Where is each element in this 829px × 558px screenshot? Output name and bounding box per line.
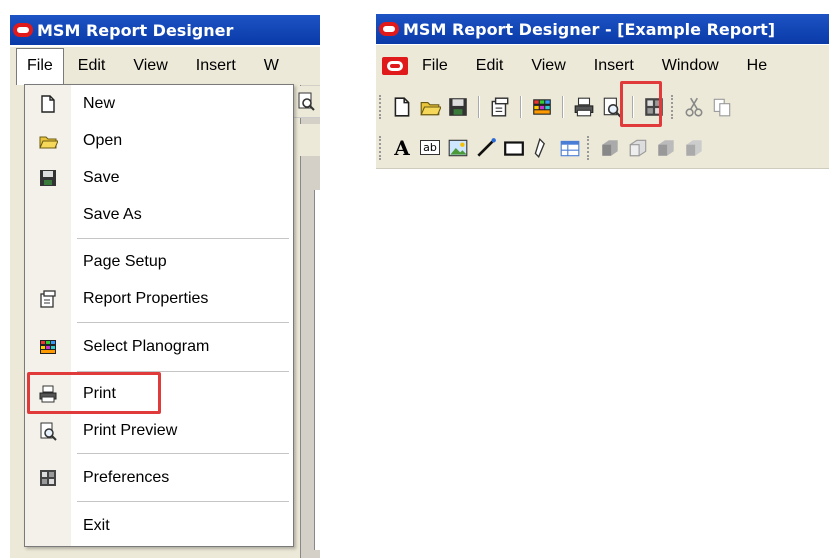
menu-item-label: Save As (83, 206, 142, 223)
menu-separator (77, 238, 289, 239)
menu-item-new[interactable]: New (25, 86, 293, 122)
planogram-icon (25, 337, 71, 357)
pen-icon[interactable] (529, 135, 555, 161)
standard-toolbar (376, 87, 829, 127)
textbox-glyph: ab (420, 140, 440, 155)
rectangle-icon[interactable] (501, 135, 527, 161)
oracle-app-icon[interactable] (382, 57, 408, 75)
cube-front-icon[interactable] (653, 135, 679, 161)
menubar: File Edit View Insert Window He (376, 45, 829, 87)
window-title: MSM Report Designer (37, 20, 234, 40)
copy-icon[interactable] (709, 94, 735, 120)
menu-item-print-preview[interactable]: Print Preview (25, 413, 293, 449)
menu-edit[interactable]: Edit (64, 57, 120, 75)
print-highlight-box (27, 372, 161, 414)
print-preview-icon (25, 421, 71, 441)
cube-outline-icon[interactable] (625, 135, 651, 161)
open-folder-icon[interactable] (417, 94, 443, 120)
menu-window[interactable]: Window (648, 57, 733, 75)
menu-item-exit[interactable]: Exit (25, 508, 293, 544)
cut-icon[interactable] (681, 94, 707, 120)
menu-view[interactable]: View (517, 57, 579, 75)
oracle-logo-icon (13, 23, 33, 37)
report-properties-icon (25, 289, 71, 309)
save-disk-icon (25, 168, 71, 188)
menu-item-label: Save (83, 169, 120, 186)
save-disk-icon[interactable] (445, 94, 471, 120)
textbox-icon[interactable]: ab (417, 135, 443, 161)
menu-item-label: Report Properties (83, 290, 209, 307)
toolbar-fragment-preview-icon (292, 86, 320, 118)
planogram-icon[interactable] (529, 94, 555, 120)
document-area (314, 190, 320, 550)
toolbar-fragment (292, 124, 320, 156)
cube-back-icon[interactable] (681, 135, 707, 161)
menu-insert[interactable]: Insert (182, 57, 250, 75)
menu-item-label: Print Preview (83, 422, 178, 439)
toolbar-separator (478, 96, 480, 118)
image-icon[interactable] (445, 135, 471, 161)
menu-file[interactable]: File (16, 47, 64, 85)
menu-item-open[interactable]: Open (25, 123, 293, 159)
menu-file[interactable]: File (408, 57, 462, 75)
new-document-icon[interactable] (389, 94, 415, 120)
preferences-icon (25, 468, 71, 488)
menu-window[interactable]: W (250, 57, 293, 75)
toolbar-grip[interactable] (587, 135, 591, 160)
menubar: File Edit View Insert W (10, 47, 320, 85)
toolbar-grip[interactable] (379, 135, 383, 160)
window-titlebar: MSM Report Designer (10, 15, 320, 45)
right-screenshot: MSM Report Designer - [Example Report] F… (376, 0, 829, 175)
menu-item-page-setup[interactable]: Page Setup (25, 244, 293, 280)
cube-icon[interactable] (597, 135, 623, 161)
menu-item-save[interactable]: Save (25, 160, 293, 196)
menu-separator (77, 501, 289, 502)
text-icon[interactable]: A (389, 135, 415, 161)
toolbar-separator (520, 96, 522, 118)
menu-separator (77, 322, 289, 323)
menu-item-label: Open (83, 132, 123, 149)
menu-item-save-as[interactable]: Save As (25, 197, 293, 233)
menu-item-label: Select Planogram (83, 338, 210, 355)
menu-separator (77, 453, 289, 454)
menu-edit[interactable]: Edit (462, 57, 518, 75)
table-icon[interactable] (557, 135, 583, 161)
menu-item-label: New (83, 95, 116, 112)
menu-insert[interactable]: Insert (580, 57, 648, 75)
left-screenshot: MSM Report Designer File Edit View Inser… (0, 0, 320, 558)
print-button-highlight-box (620, 81, 662, 127)
window-title: MSM Report Designer - [Example Report] (403, 19, 776, 39)
line-icon[interactable] (473, 135, 499, 161)
file-menu-dropdown: New Open Save Save As Page Setup Report … (24, 84, 294, 547)
toolbar-grip[interactable] (671, 95, 675, 119)
menu-item-report-properties[interactable]: Report Properties (25, 281, 293, 317)
printer-icon[interactable] (571, 94, 597, 120)
drawing-toolbar: A ab (376, 127, 829, 169)
toolbar-separator (562, 96, 564, 118)
menu-item-preferences[interactable]: Preferences (25, 460, 293, 496)
window-titlebar: MSM Report Designer - [Example Report] (376, 14, 829, 44)
menu-help[interactable]: He (733, 57, 781, 75)
toolbar-grip[interactable] (379, 95, 383, 119)
report-properties-icon[interactable] (487, 94, 513, 120)
menu-view[interactable]: View (119, 57, 181, 75)
open-folder-icon (25, 131, 71, 151)
menu-item-label: Exit (83, 517, 110, 534)
menu-item-label: Page Setup (83, 253, 167, 270)
menu-item-label: Preferences (83, 469, 170, 486)
new-document-icon (25, 94, 71, 114)
oracle-logo-icon (379, 22, 399, 36)
menu-item-select-planogram[interactable]: Select Planogram (25, 329, 293, 365)
